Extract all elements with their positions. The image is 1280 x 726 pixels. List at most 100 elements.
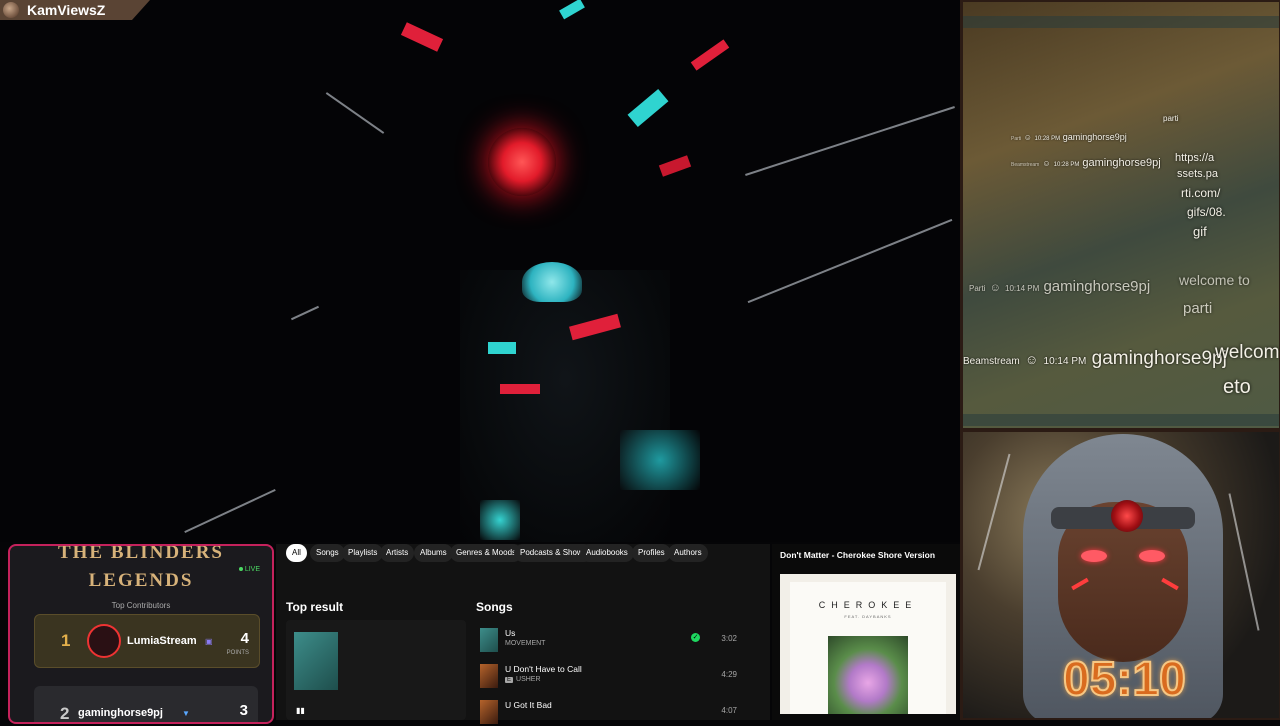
chat-message: Parti ☺ 10:28 PM gaminghorse9pj xyxy=(1011,132,1127,142)
right-eye xyxy=(1139,550,1165,562)
platform-label: Parti xyxy=(969,284,986,293)
song-row[interactable]: U Don't Have to Call E USHER 4:29 xyxy=(480,662,760,690)
song-title: U Got It Bad xyxy=(505,700,552,710)
cyan-shard xyxy=(559,0,585,20)
leaderboard-row: 2 gaminghorse9pj ▼ 3 xyxy=(34,686,258,723)
headband-gem-icon xyxy=(1111,500,1143,532)
filter-chip[interactable]: Songs xyxy=(310,544,345,562)
explicit-badge: E xyxy=(505,677,514,683)
filter-chip[interactable]: Profiles xyxy=(632,544,671,562)
cyan-shard xyxy=(488,342,516,354)
chat-overlay: Parti ☺ 10:28 PM gaminghorse9pj parti Be… xyxy=(963,2,1279,428)
chat-time: 10:14 PM xyxy=(1043,356,1087,367)
contributor-name: gaminghorse9pj xyxy=(78,707,163,719)
red-shard xyxy=(500,384,540,394)
filter-chip[interactable]: Artists xyxy=(380,544,415,562)
chat-divider-bar xyxy=(963,414,1279,426)
light-streak xyxy=(747,218,953,304)
saved-check-icon[interactable]: ✓ xyxy=(691,633,700,642)
chat-text-line: rti.com/ xyxy=(1181,186,1221,200)
cover-flower-art xyxy=(828,636,908,714)
song-row[interactable]: U Got It Bad 4:07 xyxy=(480,698,760,726)
light-streak xyxy=(290,305,320,321)
chat-divider-bar xyxy=(963,16,1279,28)
filter-chip[interactable]: Authors xyxy=(668,544,708,562)
platform-label: Beamstream xyxy=(1011,162,1040,168)
now-playing-panel: Don't Matter - Cherokee Shore Version CH… xyxy=(772,544,960,720)
leaderboard-title-line2: LEGENDS xyxy=(88,570,194,591)
leaderboard-subtitle: Top Contributors xyxy=(111,601,171,610)
song-artwork xyxy=(480,664,498,688)
red-orb xyxy=(488,128,556,196)
leaderboard-row: 1 LumiaStream ▣ 4 POINTS xyxy=(34,614,260,668)
chat-text-line: gifs/08. xyxy=(1187,205,1226,219)
platform-badge-icon: ▼ xyxy=(182,709,190,718)
chat-username: gaminghorse9pj xyxy=(1082,157,1161,169)
cyan-shard xyxy=(620,430,700,490)
contributor-points: 3 xyxy=(239,702,248,719)
chat-message: Parti ☺ 10:14 PM gaminghorse9pj xyxy=(969,278,1150,295)
countdown-timer: 05:10 xyxy=(1062,652,1187,707)
song-artist: MOVEMENT xyxy=(505,640,546,647)
top-result-card[interactable]: ▮▮ xyxy=(286,620,466,720)
chat-text-line: welcome to xyxy=(1179,272,1250,288)
chat-text-line: parti xyxy=(1183,300,1213,317)
chat-text-line: https://a xyxy=(1175,152,1215,164)
now-playing-title: Don't Matter - Cherokee Shore Version xyxy=(780,550,936,560)
filter-chip[interactable]: Genres & Moods xyxy=(450,544,523,562)
chat-text-line: gif xyxy=(1193,224,1207,239)
songs-heading: Songs xyxy=(476,600,513,614)
chat-text-line: ssets.pa xyxy=(1177,168,1218,180)
streamer-name: KamViewsZ xyxy=(27,2,106,18)
platform-badge-icon: ▣ xyxy=(205,637,213,646)
user-icon: ☺ xyxy=(1042,159,1051,168)
song-title: U Don't Have to Call xyxy=(505,664,582,674)
song-artist-line: E USHER xyxy=(505,676,541,683)
play-indicator-icon: ▮▮ xyxy=(296,706,305,715)
red-shard xyxy=(690,39,730,71)
red-shard xyxy=(400,22,444,52)
filter-chip[interactable]: Albums xyxy=(414,544,453,562)
top-result-artwork xyxy=(294,632,338,690)
song-duration: 3:02 xyxy=(721,634,737,643)
song-row[interactable]: Us MOVEMENT ✓ 3:02 xyxy=(480,626,760,654)
chat-message: Beamstream ☺ 10:14 PM gaminghorse9pj xyxy=(963,348,1227,370)
chat-time: 10:14 PM xyxy=(1005,284,1040,293)
chat-text-line: eto xyxy=(1223,376,1251,398)
user-icon: ☺ xyxy=(1024,352,1039,367)
user-icon: ☺ xyxy=(1023,133,1032,142)
light-streak xyxy=(184,488,276,534)
filter-chip[interactable]: All xyxy=(286,544,307,562)
points-label: POINTS xyxy=(226,650,249,656)
music-search-panel: All Songs Playlists Artists Albums Genres & M… xyxy=(276,544,770,724)
lightning-bolt xyxy=(977,453,1011,571)
cover-title: CHEROKEE xyxy=(818,600,918,610)
chat-time: 10:28 PM xyxy=(1053,162,1080,168)
cyan-shard xyxy=(627,89,669,127)
streamer-tag: KamViewsZ xyxy=(0,0,150,20)
contributor-avatar xyxy=(87,624,121,658)
rank-number: 2 xyxy=(60,704,70,723)
leaderboard-widget: THE BLINDERS LEGENDS LIVE Top Contributo… xyxy=(8,544,274,724)
left-eye xyxy=(1081,550,1107,562)
filter-chip[interactable]: Playlists xyxy=(342,544,384,562)
song-duration: 4:29 xyxy=(721,670,737,679)
cyan-hair xyxy=(522,262,582,302)
chat-message: Beamstream ☺ 10:28 PM gaminghorse9pj xyxy=(1011,157,1161,169)
contributor-points: 4 xyxy=(240,630,249,647)
chat-username: gaminghorse9pj xyxy=(1091,348,1227,369)
song-artist: USHER xyxy=(516,676,541,683)
user-icon: ☺ xyxy=(989,282,1001,294)
light-streak xyxy=(325,92,385,134)
album-cover[interactable]: CHEROKEE FEAT. DAYBANKS xyxy=(780,574,956,714)
leaderboard-title-line1: THE BLINDERS xyxy=(57,544,225,563)
song-duration: 4:07 xyxy=(721,706,737,715)
top-result-heading: Top result xyxy=(286,600,344,614)
chat-time: 10:28 PM xyxy=(1034,136,1061,142)
song-artwork xyxy=(480,700,498,724)
cyan-shard xyxy=(480,500,520,540)
lightning-bolt xyxy=(1228,493,1260,631)
red-shard xyxy=(658,155,692,177)
light-streak xyxy=(745,106,955,176)
filter-chip[interactable]: Audiobooks xyxy=(580,544,634,562)
